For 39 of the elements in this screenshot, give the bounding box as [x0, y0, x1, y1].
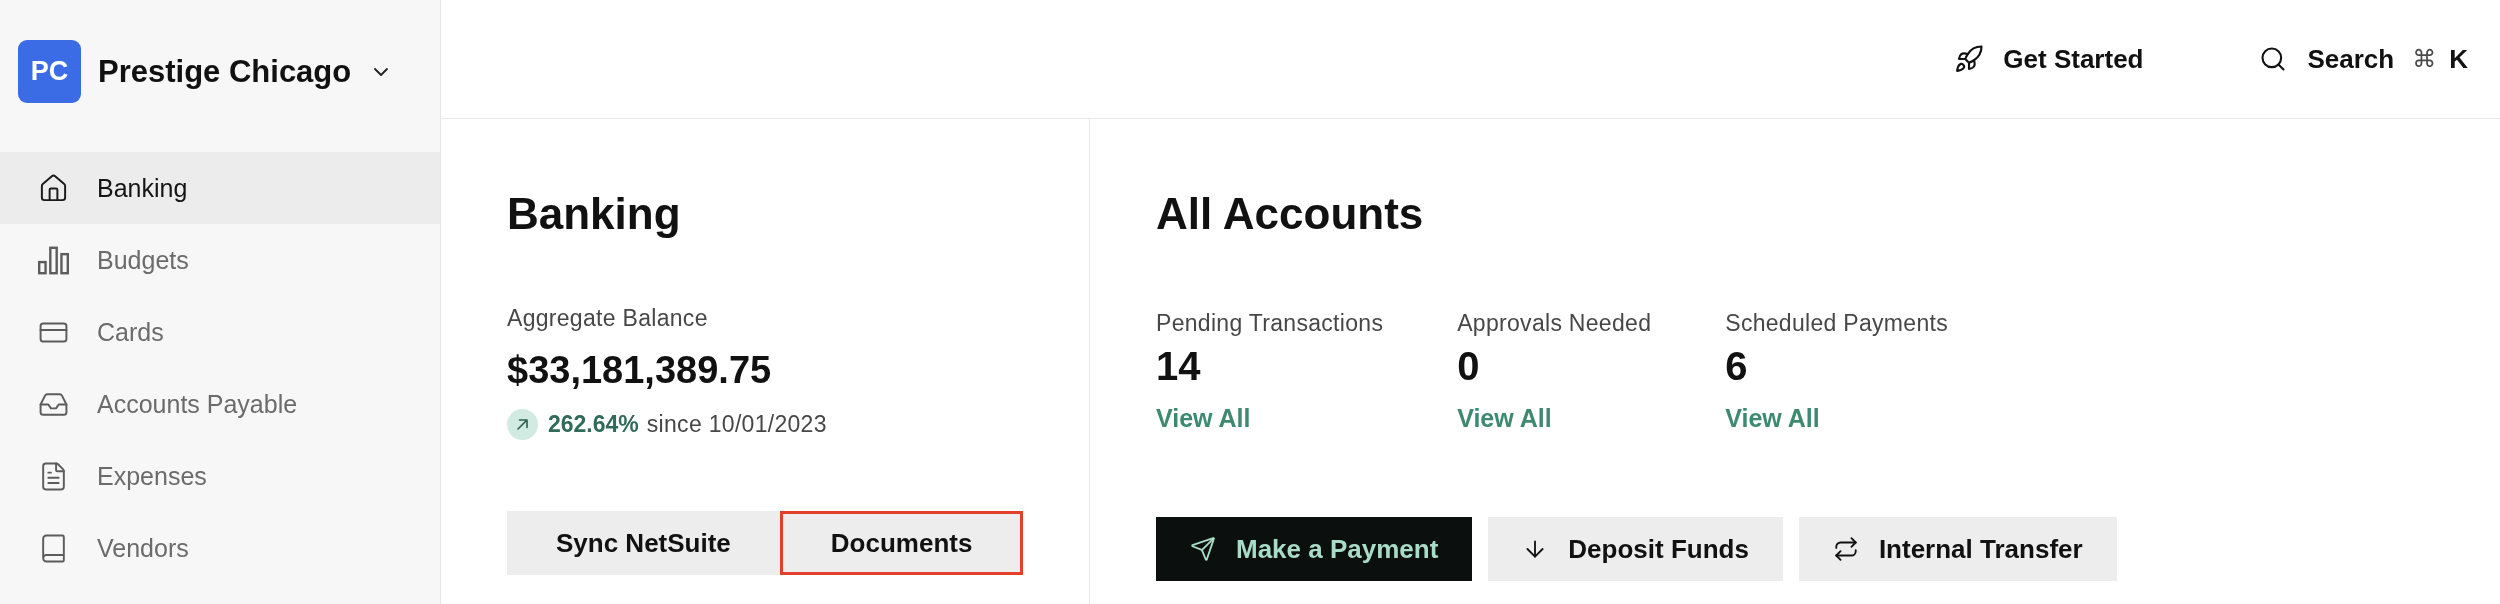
action-button[interactable]: Documents: [779, 511, 1024, 575]
home-icon: [38, 172, 69, 204]
action-button[interactable]: Sync NetSuite: [507, 511, 780, 575]
rocket-icon: [1954, 44, 1985, 74]
get-started-button[interactable]: Get Started: [1954, 44, 2144, 74]
view-all-link[interactable]: View All: [1725, 406, 1820, 431]
org-logo: PC: [18, 40, 81, 103]
balance-amount: $33,181,389.75: [507, 351, 772, 389]
stat-value: 0: [1457, 346, 1480, 386]
action-button[interactable]: Internal Transfer: [1798, 517, 2117, 581]
nav-item[interactable]: Vendors: [0, 512, 440, 584]
search-button[interactable]: Search: [2259, 45, 2395, 73]
shortcut-key: K: [2449, 46, 2468, 72]
action-button[interactable]: Deposit Funds: [1488, 517, 1783, 581]
change-percent: 262.64%: [548, 413, 639, 436]
stat-value: 14: [1156, 346, 1201, 386]
arrow-up-right-icon: [507, 409, 538, 440]
org-name[interactable]: Prestige Chicago: [98, 56, 352, 87]
transfer-arrows-icon: [1832, 536, 1859, 562]
action-button[interactable]: Make a Payment: [1156, 517, 1473, 581]
view-all-link[interactable]: View All: [1457, 406, 1552, 431]
section-title: All Accounts: [1156, 192, 1424, 236]
stat-label: Pending Transactions: [1156, 312, 1384, 335]
view-all-link[interactable]: View All: [1156, 406, 1251, 431]
nav-item[interactable]: Budgets: [0, 224, 440, 296]
nav-item[interactable]: Cards: [0, 296, 440, 368]
bar-chart-icon: [38, 244, 69, 276]
nav-item[interactable]: Accounts Payable: [0, 368, 440, 440]
stat-label: Scheduled Payments: [1725, 312, 1948, 335]
shortcut-key: ⌘: [2412, 47, 2437, 71]
send-icon: [1190, 536, 1216, 562]
nav-item[interactable]: Expenses: [0, 440, 440, 512]
balance-label: Aggregate Balance: [507, 307, 708, 330]
stat-value: 6: [1725, 346, 1748, 386]
page-title: Banking: [507, 192, 681, 236]
stat-label: Approvals Needed: [1457, 312, 1652, 335]
change-since: since 10/01/2023: [646, 413, 827, 436]
search-icon: [2259, 45, 2288, 73]
nav-item[interactable]: Banking: [0, 152, 440, 224]
